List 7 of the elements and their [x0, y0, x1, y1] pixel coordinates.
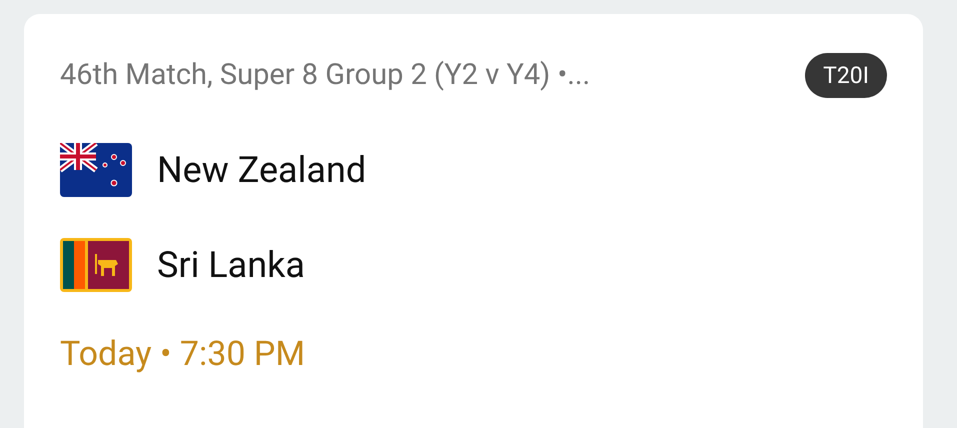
format-badge: T20I — [805, 52, 887, 98]
team-name: Sri Lanka — [157, 244, 305, 286]
match-title: 46th Match, Super 8 Group 2 (Y2 v Y4) •... — [60, 58, 590, 92]
team-name: New Zealand — [157, 149, 366, 191]
flag-icon — [60, 143, 132, 197]
flag-icon — [60, 238, 132, 292]
match-time: Today • 7:30 PM — [60, 334, 306, 374]
